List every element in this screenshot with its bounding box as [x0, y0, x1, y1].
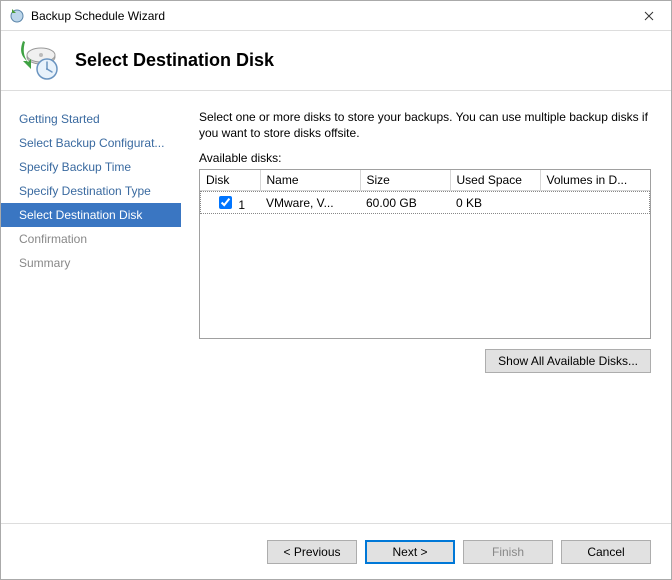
show-all-disks-button[interactable]: Show All Available Disks... — [485, 349, 651, 373]
backup-disk-icon — [17, 39, 61, 83]
cell-volumes — [540, 191, 650, 215]
col-used-space[interactable]: Used Space — [450, 170, 540, 191]
cell-name: VMware, V... — [260, 191, 360, 215]
col-volumes[interactable]: Volumes in D... — [540, 170, 650, 191]
step-specify-destination-type[interactable]: Specify Destination Type — [1, 179, 181, 203]
wizard-body: Getting Started Select Backup Configurat… — [1, 91, 671, 523]
content-pane: Select one or more disks to store your b… — [181, 91, 671, 523]
wizard-window: Backup Schedule Wizard Select Destinatio… — [0, 0, 672, 580]
step-select-backup-config[interactable]: Select Backup Configurat... — [1, 131, 181, 155]
step-confirmation[interactable]: Confirmation — [1, 227, 181, 251]
cell-size: 60.00 GB — [360, 191, 450, 215]
titlebar: Backup Schedule Wizard — [1, 1, 671, 31]
cancel-button[interactable]: Cancel — [561, 540, 651, 564]
available-disks-label: Available disks: — [199, 151, 651, 165]
step-getting-started[interactable]: Getting Started — [1, 107, 181, 131]
next-button[interactable]: Next > — [365, 540, 455, 564]
step-summary[interactable]: Summary — [1, 251, 181, 275]
previous-button[interactable]: < Previous — [267, 540, 357, 564]
window-title: Backup Schedule Wizard — [31, 9, 627, 23]
backup-wizard-icon — [9, 8, 25, 24]
available-disks-table[interactable]: Disk Name Size Used Space Volumes in D..… — [199, 169, 651, 339]
step-select-destination-disk[interactable]: Select Destination Disk — [1, 203, 181, 227]
cell-used: 0 KB — [450, 191, 540, 215]
wizard-header: Select Destination Disk — [1, 31, 671, 91]
close-button[interactable] — [627, 1, 671, 31]
col-disk[interactable]: Disk — [200, 170, 260, 191]
table-row[interactable]: 1 VMware, V... 60.00 GB 0 KB — [200, 191, 650, 215]
col-size[interactable]: Size — [360, 170, 450, 191]
step-specify-backup-time[interactable]: Specify Backup Time — [1, 155, 181, 179]
instruction-text: Select one or more disks to store your b… — [199, 109, 651, 141]
disk-checkbox[interactable] — [219, 196, 232, 209]
page-heading: Select Destination Disk — [75, 50, 274, 71]
table-header-row: Disk Name Size Used Space Volumes in D..… — [200, 170, 650, 191]
finish-button[interactable]: Finish — [463, 540, 553, 564]
wizard-footer: < Previous Next > Finish Cancel — [1, 523, 671, 579]
step-sidebar: Getting Started Select Backup Configurat… — [1, 91, 181, 523]
col-name[interactable]: Name — [260, 170, 360, 191]
cell-disk: 1 — [238, 198, 245, 212]
